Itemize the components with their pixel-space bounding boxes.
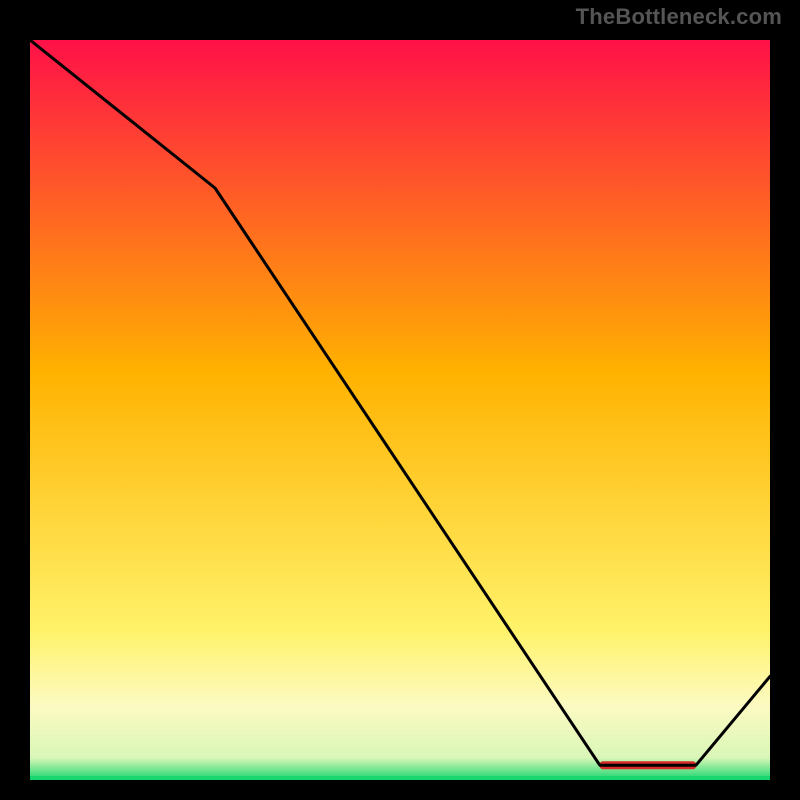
- chart-svg: [20, 30, 780, 790]
- watermark-text: TheBottleneck.com: [576, 4, 782, 30]
- green-base-strip: [30, 776, 770, 780]
- plot-area: [20, 30, 780, 790]
- chart-frame: TheBottleneck.com: [0, 0, 800, 800]
- gradient-background: [30, 40, 770, 780]
